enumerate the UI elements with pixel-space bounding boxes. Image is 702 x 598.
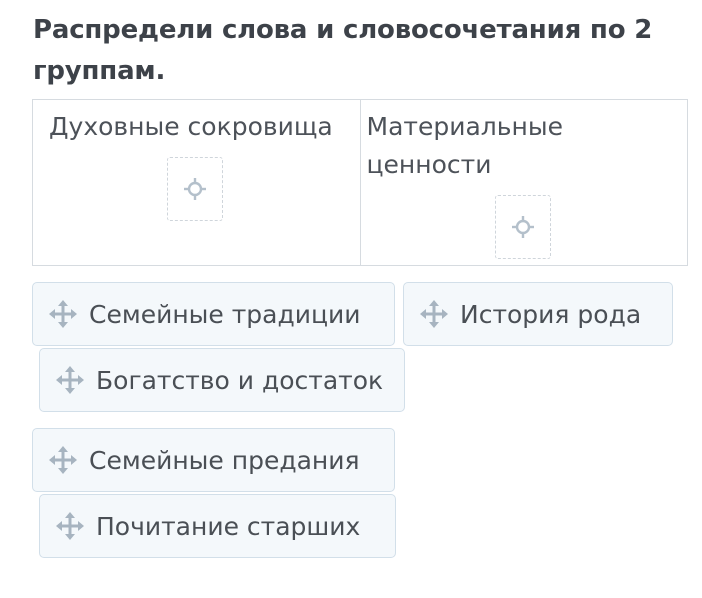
dropzone-spiritual[interactable] [167,157,223,221]
draggable-item[interactable]: Богатство и достаток [39,348,405,412]
move-arrows-icon [56,512,84,540]
task-title: Распредели слова и словосочетания по 2 г… [33,15,653,86]
item-label: Семейные предания [89,445,360,475]
groups-table: Духовные сокровища Материальные ценности [32,99,688,266]
dropzone-material[interactable] [494,195,551,259]
move-arrows-icon [420,300,448,328]
move-arrows-icon [49,446,77,474]
item-label: Почитание старших [96,511,361,541]
move-arrows-icon [56,366,84,394]
group-material: Материальные ценности [359,100,688,265]
group-spiritual: Духовные сокровища [33,100,360,265]
group-label-material: Материальные ценности [366,112,563,179]
item-label: Семейные традиции [89,299,361,329]
group-label-spiritual: Духовные сокровища [49,112,333,141]
item-label: История рода [460,299,642,329]
draggable-item[interactable]: Почитание старших [39,494,396,558]
item-label: Богатство и достаток [96,365,384,395]
move-target-icon [183,177,207,201]
draggable-item[interactable]: Семейные предания [32,428,395,492]
move-arrows-icon [49,300,77,328]
draggable-item[interactable]: История рода [403,282,673,346]
move-target-icon [511,215,535,239]
draggable-item[interactable]: Семейные традиции [32,282,395,346]
